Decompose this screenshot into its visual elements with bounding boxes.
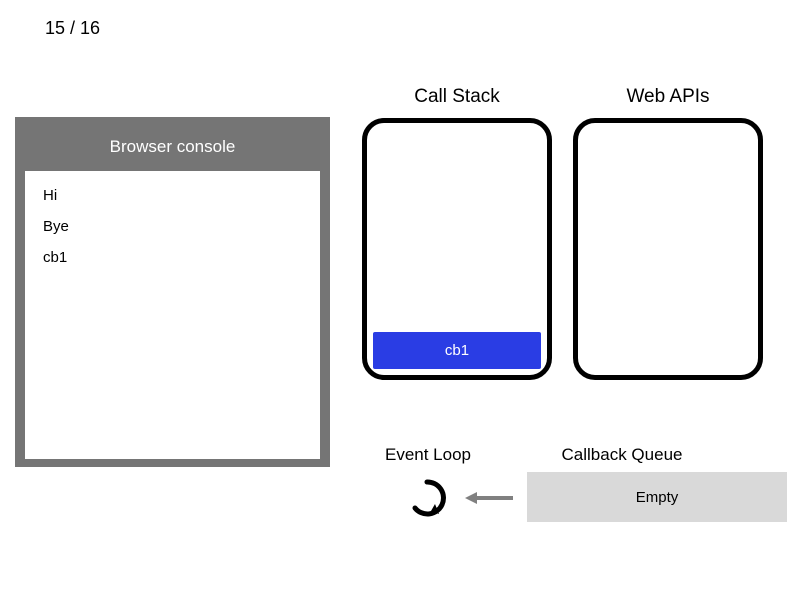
console-line: Hi (43, 187, 302, 204)
console-body: Hi Bye cb1 (25, 171, 320, 459)
callback-queue-label: Callback Queue (542, 445, 702, 465)
callback-queue-box: Empty (527, 472, 787, 522)
console-title: Browser console (25, 127, 320, 171)
callback-queue-empty-label: Empty (636, 489, 679, 506)
slide-counter: 15 / 16 (45, 18, 100, 39)
web-apis-box (573, 118, 763, 380)
console-line: Bye (43, 218, 302, 235)
stack-frame: cb1 (373, 332, 541, 369)
browser-console-panel: Browser console Hi Bye cb1 (15, 117, 330, 467)
arrow-left-icon (463, 486, 515, 515)
web-apis-label: Web APIs (573, 86, 763, 108)
call-stack-label: Call Stack (362, 86, 552, 108)
loop-icon (407, 478, 447, 523)
console-line: cb1 (43, 249, 302, 266)
event-loop-label: Event Loop (363, 445, 493, 465)
call-stack-box: cb1 (362, 118, 552, 380)
